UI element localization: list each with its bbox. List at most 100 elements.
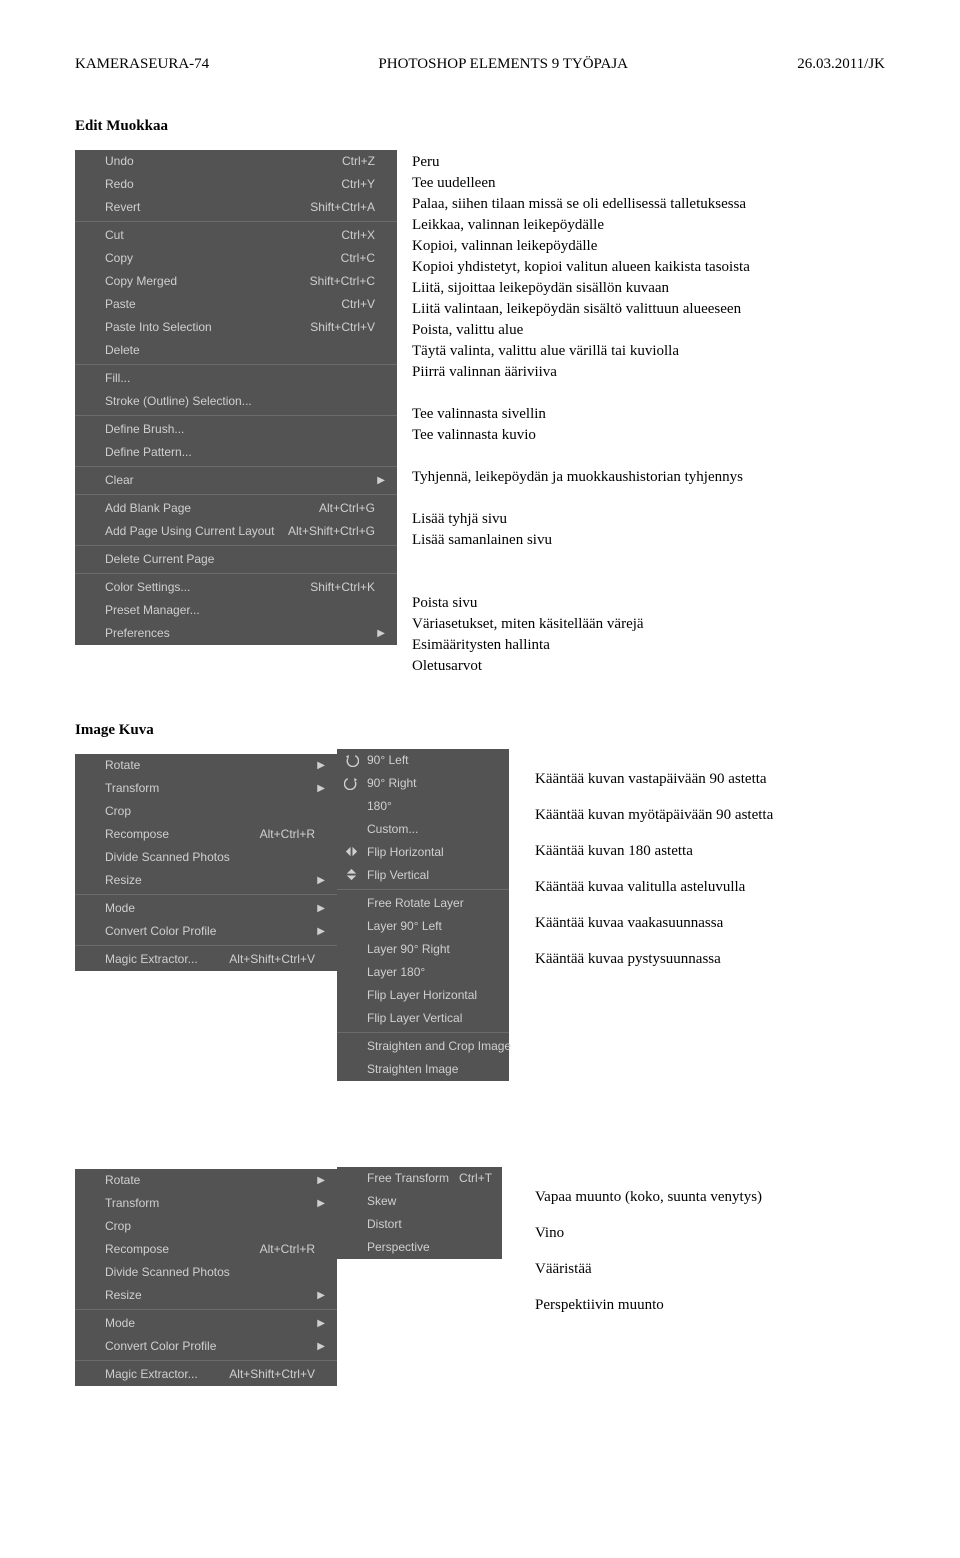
desc-line: Kääntää kuvaa pystysuunnassa — [535, 949, 773, 970]
edit-item[interactable]: UndoCtrl+Z — [75, 150, 397, 173]
desc-line: Tee valinnasta kuvio — [412, 425, 885, 446]
menu-label: Flip Layer Horizontal — [367, 985, 497, 1006]
menu-label: Skew — [367, 1191, 490, 1212]
menu-label: Recompose — [105, 1239, 250, 1260]
edit-item[interactable]: CopyCtrl+C — [75, 247, 397, 270]
edit-item[interactable]: Color Settings...Shift+Ctrl+K — [75, 576, 397, 599]
edit-item[interactable]: Stroke (Outline) Selection... — [75, 390, 397, 413]
rotate-item[interactable]: Flip Vertical — [337, 864, 509, 887]
edit-desc: PeruTee uudelleenPalaa, siihen tilaan mi… — [412, 150, 885, 677]
transform-item[interactable]: Perspective — [337, 1236, 502, 1259]
transform-item[interactable]: Distort — [337, 1213, 502, 1236]
menu-label: Magic Extractor... — [105, 1364, 219, 1385]
desc-line: Poista, valittu alue — [412, 320, 885, 341]
menu-label: Divide Scanned Photos — [105, 847, 325, 868]
rotate-item[interactable]: Custom... — [337, 818, 509, 841]
rotate-item[interactable]: Straighten and Crop Image — [337, 1035, 509, 1058]
image-item[interactable]: Recompose Alt+Ctrl+R — [75, 1238, 337, 1261]
image-item[interactable]: Resize▶ — [75, 869, 337, 892]
edit-item[interactable]: Redo Ctrl+Y — [75, 173, 397, 196]
image-item[interactable]: Convert Color Profile▶ — [75, 1335, 337, 1358]
menu-label: Straighten and Crop Image — [367, 1036, 511, 1057]
image-item[interactable]: Convert Color Profile▶ — [75, 920, 337, 943]
90-left-icon — [343, 751, 360, 768]
edit-item[interactable]: Add Page Using Current LayoutAlt+Shift+C… — [75, 520, 397, 543]
image-item[interactable]: Rotate▶ — [75, 1169, 337, 1192]
image-item[interactable]: Divide Scanned Photos — [75, 1261, 337, 1284]
rotate-item[interactable]: 180° — [337, 795, 509, 818]
menu-label: Distort — [367, 1214, 490, 1235]
desc-line: Kääntää kuvan myötäpäivään 90 astetta — [535, 805, 773, 826]
desc-line: Vapaa muunto (koko, suunta venytys) — [535, 1187, 762, 1208]
image-item[interactable]: Resize▶ — [75, 1284, 337, 1307]
desc-line — [412, 383, 885, 404]
edit-item[interactable]: Preset Manager... — [75, 599, 397, 622]
shortcut: Alt+Shift+Ctrl+V — [229, 949, 315, 970]
transform-desc: Vapaa muunto (koko, suunta venytys)VinoV… — [535, 1172, 762, 1331]
shortcut: Alt+Ctrl+G — [319, 498, 375, 519]
rotate-item[interactable]: 90° Left — [337, 749, 509, 772]
image-item[interactable]: Magic Extractor...Alt+Shift+Ctrl+V — [75, 948, 337, 971]
edit-item[interactable]: Delete Current Page — [75, 548, 397, 571]
desc-line: Tee uudelleen — [412, 173, 885, 194]
edit-item[interactable]: Preferences▶ — [75, 622, 397, 645]
image-item[interactable]: Crop — [75, 800, 337, 823]
shortcut: Alt+Ctrl+R — [260, 824, 315, 845]
image-item[interactable]: Transform▶ — [75, 777, 337, 800]
desc-line: Peru — [412, 152, 885, 173]
menu-label: Paste Into Selection — [105, 317, 300, 338]
submenu-arrow-icon: ▶ — [317, 1170, 325, 1191]
image-item[interactable]: Crop — [75, 1215, 337, 1238]
rotate-item[interactable]: Flip Layer Vertical — [337, 1007, 509, 1030]
menu-label: Layer 90° Left — [367, 916, 497, 937]
image-item[interactable]: Rotate▶ — [75, 754, 337, 777]
menu-label: Flip Vertical — [367, 865, 497, 886]
edit-item[interactable]: Paste Into SelectionShift+Ctrl+V — [75, 316, 397, 339]
rotate-item[interactable]: Free Rotate Layer — [337, 892, 509, 915]
image-item[interactable]: Mode▶ — [75, 897, 337, 920]
desc-line: Lisää tyhjä sivu — [412, 509, 885, 530]
rotate-item[interactable]: Straighten Image — [337, 1058, 509, 1081]
menu-label: Straighten Image — [367, 1059, 497, 1080]
rotate-item[interactable]: Layer 180° — [337, 961, 509, 984]
shortcut: Ctrl+Z — [342, 151, 375, 172]
menu-label: Resize — [105, 1285, 307, 1306]
shortcut: Ctrl+T — [459, 1168, 492, 1189]
image-item[interactable]: Magic Extractor...Alt+Shift+Ctrl+V — [75, 1363, 337, 1386]
menu-label: Free Rotate Layer — [367, 893, 497, 914]
edit-item[interactable]: RevertShift+Ctrl+A — [75, 196, 397, 219]
menu-label: Free Transform — [367, 1168, 449, 1189]
menu-label: Custom... — [367, 819, 497, 840]
rotate-item[interactable]: Layer 90° Right — [337, 938, 509, 961]
edit-item[interactable]: Define Pattern... — [75, 441, 397, 464]
rotate-desc: Kääntää kuvan vastapäivään 90 astettaKää… — [535, 754, 773, 985]
transform-item[interactable]: Free Transform Ctrl+T — [337, 1167, 502, 1190]
image-item[interactable]: Mode▶ — [75, 1312, 337, 1335]
menu-label: Transform — [105, 1193, 307, 1214]
rotate-item[interactable]: Flip Horizontal — [337, 841, 509, 864]
edit-item[interactable]: Fill... — [75, 367, 397, 390]
edit-item[interactable]: Clear▶ — [75, 469, 397, 492]
image-item[interactable]: Divide Scanned Photos — [75, 846, 337, 869]
transform-item[interactable]: Skew — [337, 1190, 502, 1213]
rotate-item[interactable]: 90° Right — [337, 772, 509, 795]
image-menu-2: Rotate▶Transform▶CropRecomposeAlt+Ctrl+R… — [75, 1169, 337, 1386]
desc-line — [412, 446, 885, 467]
shortcut: Ctrl+Y — [341, 174, 375, 195]
shortcut: Alt+Ctrl+R — [260, 1239, 315, 1260]
edit-item[interactable]: PasteCtrl+V — [75, 293, 397, 316]
edit-item[interactable]: Delete — [75, 339, 397, 362]
header-center: PHOTOSHOP ELEMENTS 9 TYÖPAJA — [378, 56, 628, 73]
edit-item[interactable]: Add Blank PageAlt+Ctrl+G — [75, 497, 397, 520]
rotate-item[interactable]: Flip Layer Horizontal — [337, 984, 509, 1007]
menu-label: Redo — [105, 174, 331, 195]
image-item[interactable]: Transform▶ — [75, 1192, 337, 1215]
menu-label: Mode — [105, 1313, 307, 1334]
desc-line: Liitä valintaan, leikepöydän sisältö val… — [412, 299, 885, 320]
image-item[interactable]: RecomposeAlt+Ctrl+R — [75, 823, 337, 846]
menu-label: Crop — [105, 1216, 325, 1237]
rotate-item[interactable]: Layer 90° Left — [337, 915, 509, 938]
edit-item[interactable]: CutCtrl+X — [75, 224, 397, 247]
edit-item[interactable]: Define Brush... — [75, 418, 397, 441]
edit-item[interactable]: Copy MergedShift+Ctrl+C — [75, 270, 397, 293]
